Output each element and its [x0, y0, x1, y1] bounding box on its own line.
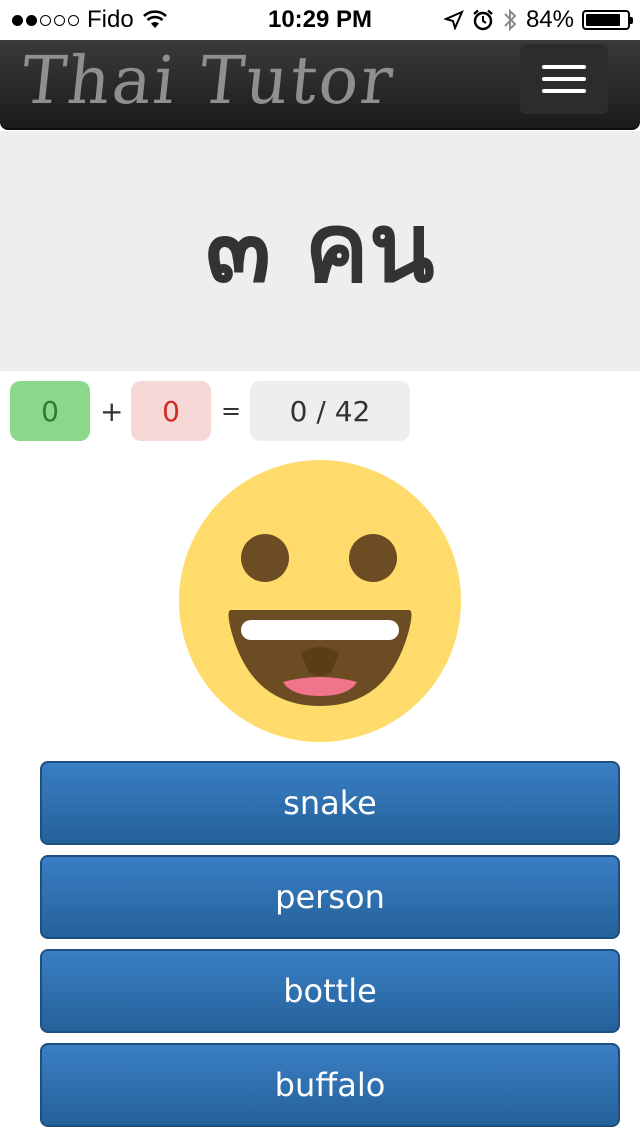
question-thai-text: ๓ คน — [205, 192, 435, 304]
battery-percent: 84% — [525, 6, 574, 33]
alarm-clock-icon — [473, 9, 493, 31]
bluetooth-icon — [504, 8, 517, 32]
answer-button-person[interactable]: person — [40, 855, 620, 939]
status-right: 84% — [443, 6, 633, 34]
answer-button-snake[interactable]: snake — [40, 761, 620, 845]
app-logo-title[interactable]: Thai Tutor — [18, 42, 398, 119]
equals-sign: = — [221, 397, 242, 425]
location-arrow-icon — [443, 10, 464, 30]
answer-button-bottle[interactable]: bottle — [40, 949, 620, 1033]
progress-counter: 0 / 42 — [250, 381, 410, 441]
question-panel: ๓ คน — [0, 131, 640, 371]
battery-level — [586, 14, 620, 26]
grinning-face-icon — [179, 460, 461, 742]
plus-sign: + — [100, 394, 124, 428]
answer-button-buffalo[interactable]: buffalo — [40, 1043, 620, 1127]
answer-options: snake person bottle buffalo — [40, 761, 620, 1137]
battery-icon — [582, 10, 633, 30]
wrong-count-badge: 0 — [131, 381, 211, 441]
correct-count-badge: 0 — [10, 381, 90, 441]
score-row: 0 + 0 = 0 / 42 — [0, 381, 640, 441]
status-bar: Fido 10:29 PM 84% — [0, 0, 640, 40]
hamburger-menu-icon[interactable] — [520, 44, 608, 114]
navbar: Thai Tutor — [0, 40, 640, 130]
